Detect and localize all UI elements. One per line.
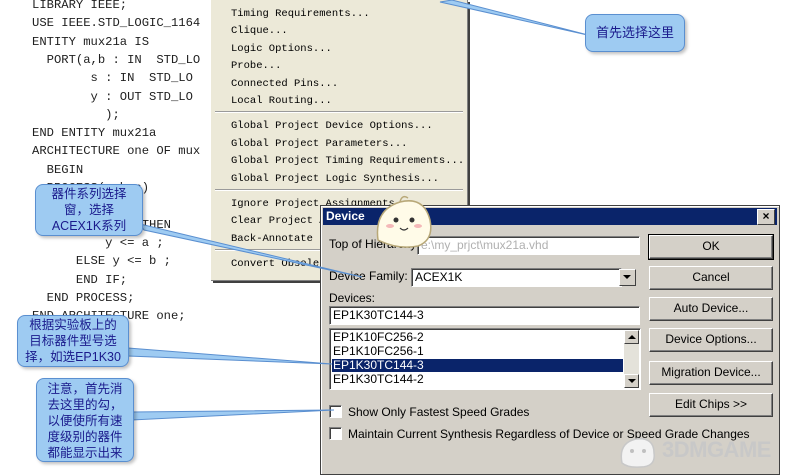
callout-target-device: 根据实验板上的目标器件型号选择，如选EP1K30 (17, 315, 129, 367)
watermark-text: 3DMGAME (662, 437, 771, 462)
callout-select-here: 首先选择这里 (585, 14, 685, 52)
watermark-mascot-icon (620, 438, 655, 468)
callout-speed-grade: 注意，首先消去这里的勾，以便使所有速度级别的器件都能显示出来 (36, 378, 134, 462)
watermark: 3DMGAME (610, 432, 795, 470)
callout-device-family: 器件系列选择窗，选择ACEX1K系列 (35, 184, 143, 236)
